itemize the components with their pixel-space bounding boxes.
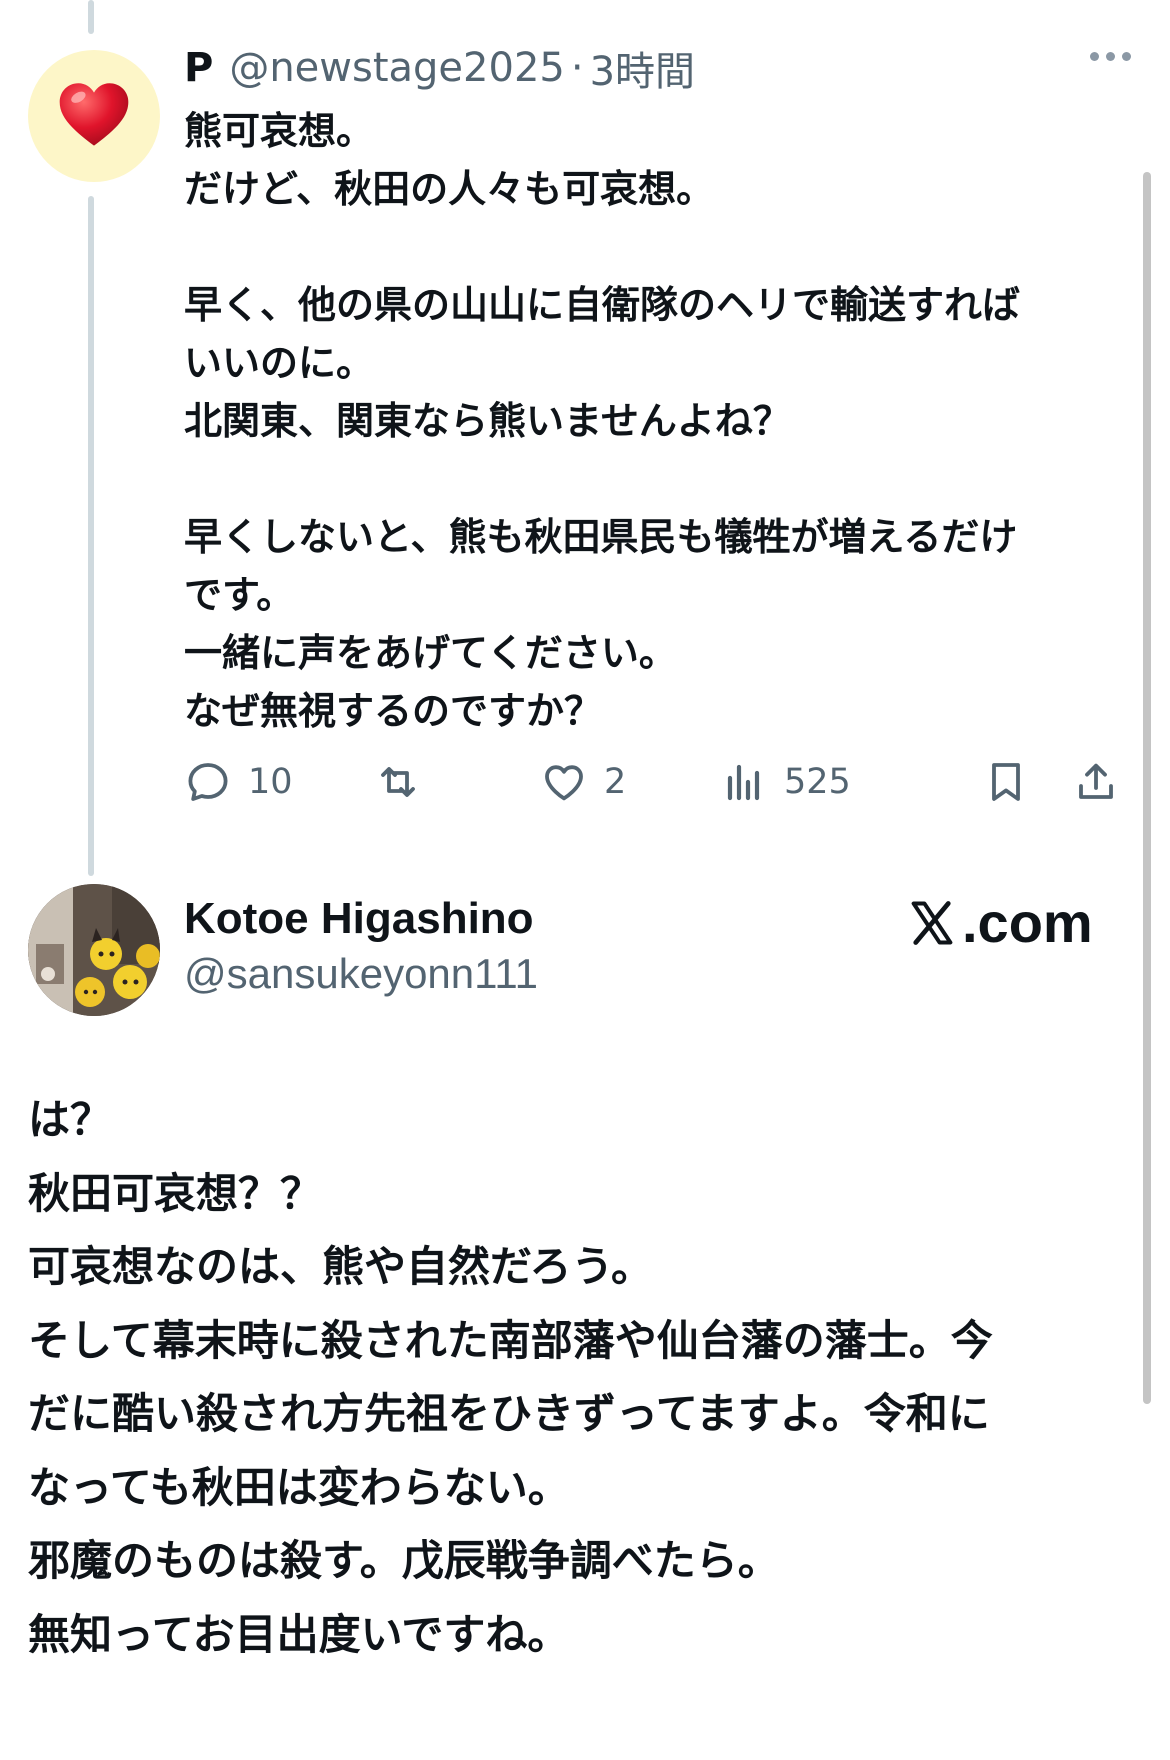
- views-count: 525: [784, 762, 851, 802]
- timestamp[interactable]: 3時間: [590, 39, 695, 97]
- avatar[interactable]: [28, 50, 160, 182]
- text-line: だけど、秋田の人々も可哀想。: [184, 167, 715, 211]
- text-line: [184, 450, 1114, 508]
- quoted-username[interactable]: @sansukeyonn111: [184, 950, 538, 998]
- scrollbar[interactable]: [1143, 172, 1151, 1404]
- quoted-text: は？ 秋田可哀想？？ 可哀想なのは、熊や自然だろう。 そして幕末時に殺された南部…: [28, 1083, 1138, 1671]
- text-line: 可哀想なのは、熊や自然だろう。: [28, 1242, 653, 1291]
- text-line: 熊可哀想。: [184, 109, 375, 153]
- bookmark-button[interactable]: [982, 752, 1030, 812]
- thread-connector: [88, 196, 94, 876]
- share-icon: [1079, 763, 1113, 799]
- avatar[interactable]: [28, 884, 160, 1016]
- x-logo-icon: [911, 900, 953, 945]
- text-line: 北関東、関東なら熊いませんよね？: [184, 399, 791, 443]
- text-line: なっても秋田は変わらない。: [28, 1462, 570, 1512]
- text-line: 一緒に声をあげてください。: [184, 631, 677, 675]
- quoted-display-name[interactable]: Kotoe Higashino: [184, 894, 534, 944]
- text-line: 早くしないと、熊も秋田県民も犠牲が増えるだけ: [184, 515, 1018, 559]
- text-line: そして幕末時に殺された南部藩や仙台藩の藩士。今: [28, 1315, 993, 1365]
- reply-text: 熊可哀想。 だけど、秋田の人々も可哀想。 早く、他の県の山山に自衛隊のヘリで輸送…: [184, 102, 1114, 740]
- retweet-button[interactable]: [374, 752, 438, 812]
- share-button[interactable]: [1072, 752, 1120, 812]
- x-brand-logo: .com: [906, 890, 1093, 955]
- display-name[interactable]: P: [184, 45, 213, 91]
- bookmark-icon: [992, 763, 1020, 801]
- text-line: 無知ってお目出度いですね。: [28, 1609, 570, 1659]
- heart-icon: [59, 83, 129, 146]
- more-options-icon[interactable]: [1090, 52, 1131, 61]
- like-button[interactable]: 2: [540, 752, 626, 812]
- views-button[interactable]: 525: [720, 752, 851, 812]
- action-bar: 10 2 525: [184, 752, 1134, 812]
- separator-dot: ·: [570, 45, 584, 91]
- analytics-icon: [727, 764, 760, 801]
- reply-button[interactable]: 10: [184, 752, 293, 812]
- reply-icon: [188, 763, 228, 801]
- text-line: いいのに。: [184, 341, 375, 385]
- brand-domain: .com: [962, 891, 1093, 954]
- reply-count: 10: [248, 762, 293, 802]
- text-line: 秋田可哀想？？: [28, 1168, 323, 1218]
- retweet-icon: [381, 767, 415, 797]
- text-line: です。: [184, 573, 295, 617]
- text-line: [184, 218, 1114, 276]
- like-count: 2: [604, 762, 627, 802]
- thread-connector-top: [88, 0, 94, 34]
- text-line: 邪魔のものは殺す。戊辰戦争調べたら。: [28, 1536, 780, 1585]
- text-line: なぜ無視するのですか？: [184, 689, 603, 733]
- profile-photo-image: [28, 884, 160, 1016]
- text-line: 早く、他の県の山山に自衛隊のヘリで輸送すれば: [184, 283, 1021, 327]
- text-line: は？: [28, 1095, 113, 1144]
- like-icon: [545, 765, 583, 801]
- reply-header: P @newstage2025 · 3時間: [184, 44, 695, 95]
- text-line: だに酷い殺され方先祖をひきずってますよ。令和に: [28, 1389, 990, 1438]
- username[interactable]: @newstage2025: [229, 45, 565, 91]
